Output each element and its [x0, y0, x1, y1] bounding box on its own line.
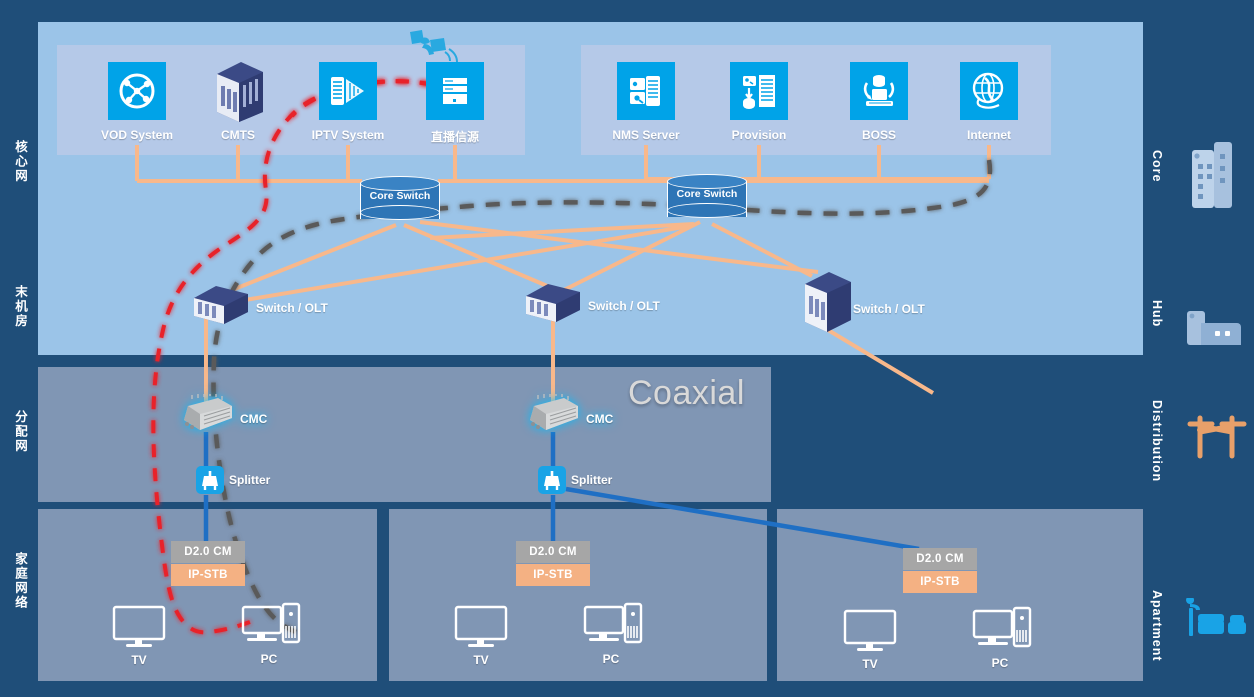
cmc-amplifier-icon — [184, 392, 232, 430]
splitter-icon — [196, 466, 224, 494]
apartment-furniture-icon — [1186, 598, 1246, 636]
node-pc-1[interactable]: PC — [241, 602, 303, 666]
core-switch-label: Core Switch — [676, 188, 738, 200]
cylinder-top — [667, 174, 747, 189]
node-switch-olt-3[interactable]: Switch / OLT — [799, 268, 925, 339]
right-label-hub: Hub — [1150, 300, 1164, 328]
node-tv-1[interactable]: TV — [110, 604, 168, 667]
switch-olt-icon — [194, 286, 248, 324]
node-cmc-1[interactable]: CMC — [178, 392, 267, 439]
coaxial-watermark: Coaxial — [628, 374, 745, 412]
apartment-panel-1 — [38, 509, 377, 681]
cm-box-2[interactable]: D2.0 CM — [516, 541, 590, 563]
node-label: TV — [473, 653, 489, 667]
left-label-hub: 末机房 — [13, 285, 27, 329]
switch-olt-icon — [526, 284, 580, 322]
node-label: CMC — [240, 412, 268, 426]
left-label-core-network: 核心网 — [13, 140, 27, 184]
cylinder-top — [360, 176, 440, 191]
right-label-core: Core — [1150, 150, 1164, 183]
core-switch-label: Core Switch — [369, 190, 431, 202]
node-tv-3[interactable]: TV — [841, 608, 899, 671]
node-label: IPTV System — [311, 128, 385, 142]
iptv-media-server-icon — [319, 62, 377, 120]
left-label-distribution: 分配网 — [13, 410, 27, 454]
internet-globe-icon — [960, 62, 1018, 120]
node-label: NMS Server — [612, 128, 680, 142]
office-building-icon — [1192, 142, 1232, 208]
splitter-icon — [538, 466, 566, 494]
boss-laptop-icon — [850, 62, 908, 120]
pc-icon — [241, 602, 301, 644]
node-label: BOSS — [861, 128, 897, 142]
node-label: CMC — [586, 412, 614, 426]
pc-icon — [583, 602, 643, 644]
node-label: Switch / OLT — [256, 301, 328, 315]
core-switch-2[interactable]: Core Switch — [667, 174, 747, 224]
node-pc-2[interactable]: PC — [583, 602, 645, 666]
tv-icon — [843, 609, 897, 651]
satellite-dish-icon — [410, 30, 458, 63]
node-label: VOD System — [100, 128, 174, 142]
tv-icon — [454, 605, 508, 647]
node-label: Switch / OLT — [853, 302, 925, 316]
node-label: PC — [602, 652, 620, 666]
node-tv-2[interactable]: TV — [452, 604, 510, 667]
hub-building-icon — [1187, 311, 1241, 345]
cm-box-1[interactable]: D2.0 CM — [171, 541, 245, 563]
node-label: PC — [991, 656, 1009, 670]
right-label-apartment: Apartment — [1150, 590, 1164, 662]
node-label: PC — [260, 652, 278, 666]
cmc-amplifier-icon — [530, 392, 578, 430]
node-cmts[interactable]: CMTS — [211, 58, 267, 142]
stb-box-2[interactable]: IP-STB — [516, 564, 590, 586]
core-switch-1[interactable]: Core Switch — [360, 176, 440, 226]
server-rack-icon — [217, 62, 263, 122]
globe-network-icon — [108, 62, 166, 120]
node-switch-olt-1[interactable]: Switch / OLT — [190, 282, 328, 337]
node-switch-olt-2[interactable]: Switch / OLT — [522, 280, 660, 335]
node-label: TV — [131, 653, 147, 667]
stb-box-1[interactable]: IP-STB — [171, 564, 245, 586]
node-pc-3[interactable]: PC — [972, 606, 1034, 670]
apartment-panel-2 — [389, 509, 767, 681]
node-label: Switch / OLT — [588, 299, 660, 313]
node-cmc-2[interactable]: CMC — [524, 392, 613, 439]
node-label: Splitter — [229, 473, 271, 487]
apartment-panel-3 — [777, 509, 1143, 681]
cylinder-bottom — [360, 205, 440, 220]
node-label: CMTS — [221, 128, 255, 142]
utility-pole-icon — [1187, 415, 1247, 459]
right-label-distribution: Distribution — [1150, 400, 1164, 483]
nms-monitor-icon — [617, 62, 675, 120]
node-label: TV — [862, 657, 878, 671]
tv-icon — [112, 605, 166, 647]
stb-box-3[interactable]: IP-STB — [903, 571, 977, 593]
topology-diagram: Coaxial 核心网 末机房 分配网 家庭网络 Core Hub Distri… — [0, 0, 1254, 697]
pc-icon — [972, 606, 1032, 648]
node-label: 直播信源 — [430, 130, 480, 144]
node-label: Internet — [966, 128, 1012, 142]
cm-box-3[interactable]: D2.0 CM — [903, 548, 977, 570]
node-label: Provision — [731, 128, 787, 142]
node-label: Splitter — [571, 473, 613, 487]
left-label-home-network: 家庭网络 — [13, 552, 27, 610]
switch-olt-icon — [805, 272, 851, 332]
provision-rack-icon — [730, 62, 788, 120]
cylinder-bottom — [667, 203, 747, 218]
